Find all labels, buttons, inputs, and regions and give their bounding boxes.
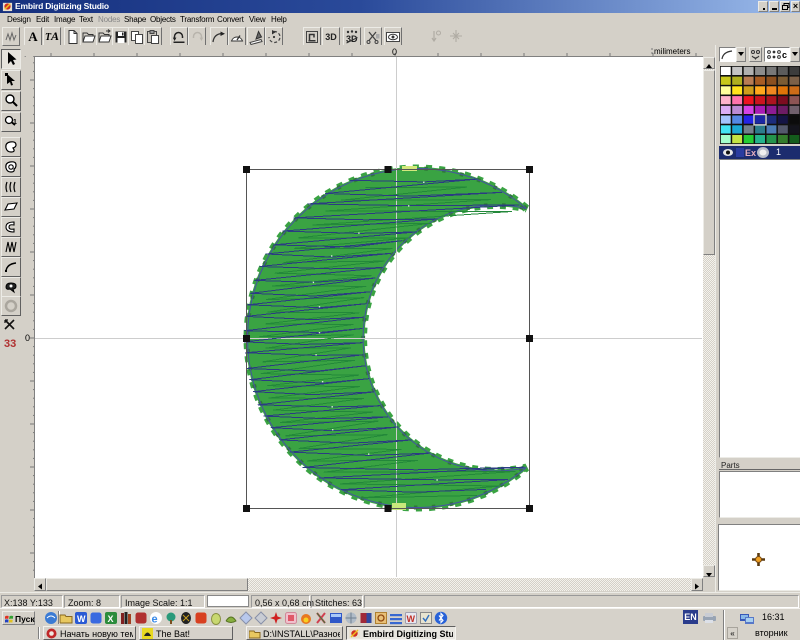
svg-text:0: 0 (25, 333, 30, 343)
svg-text:W: W (407, 614, 416, 624)
svg-text:W: W (77, 614, 86, 624)
svg-text:Ex: Ex (745, 148, 756, 158)
svg-text:1: 1 (13, 119, 17, 126)
svg-text:e: e (152, 614, 158, 626)
svg-text:X: X (108, 614, 114, 624)
svg-text:milimeters: milimeters (654, 47, 690, 56)
svg-text:c: c (782, 50, 787, 60)
